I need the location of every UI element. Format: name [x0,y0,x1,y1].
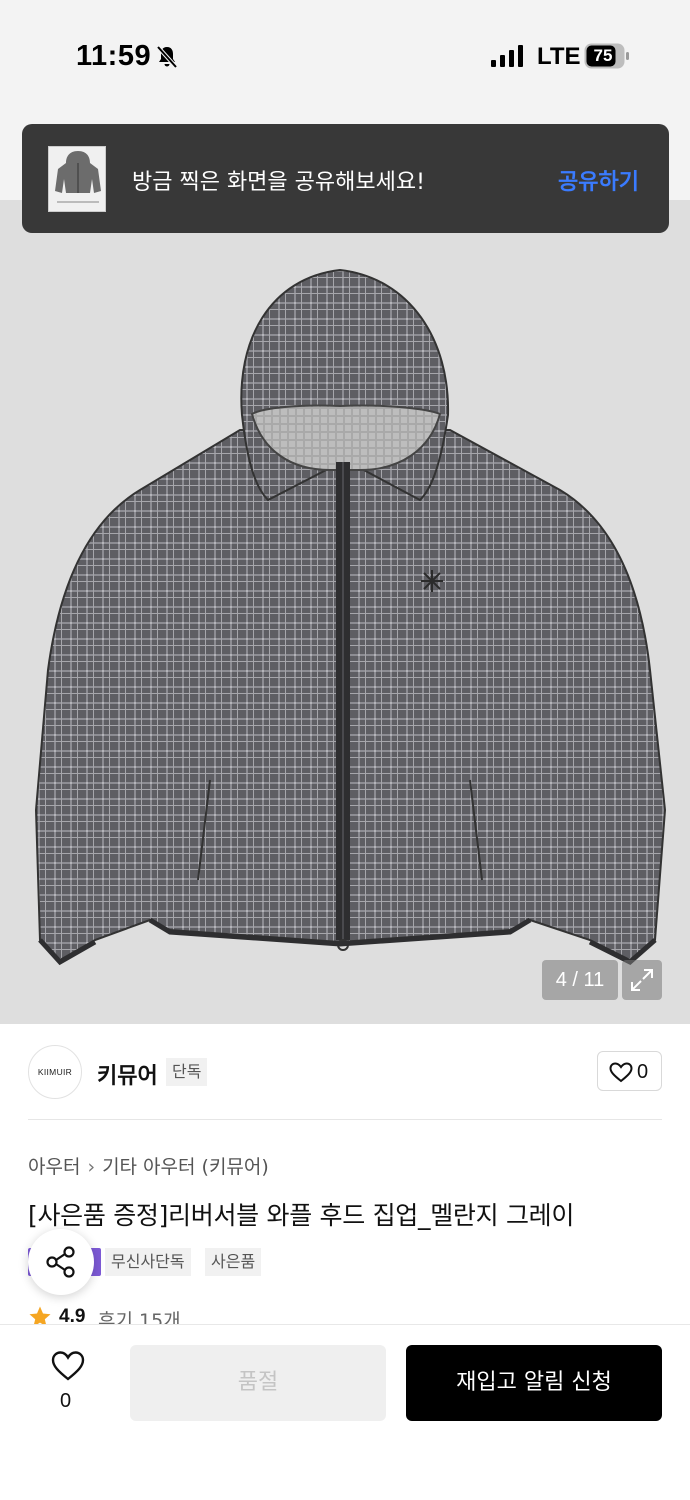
heart-icon [609,1062,633,1083]
signal-icon [491,45,523,67]
brand-like-button[interactable]: 0 [597,1051,662,1091]
restock-alert-button[interactable]: 재입고 알림 신청 [406,1345,662,1421]
chevron-right-icon: › [87,1156,96,1178]
heart-icon[interactable] [50,1350,86,1382]
brand-like-count: 0 [637,1061,649,1083]
screenshot-thumbnail[interactable] [48,146,106,212]
status-time: 11:59 [76,40,152,72]
breadcrumb: 아우터 › 기타 아우터 (키뮤어) [28,1152,269,1179]
soldout-button[interactable]: 품절 [130,1345,386,1421]
brand-logo[interactable]: KIIMUIR [28,1045,82,1099]
share-now-button[interactable]: 공유하기 [558,164,639,196]
tag-gift: 사은품 [205,1248,262,1276]
exclusive-badge: 단독 [166,1058,208,1086]
breadcrumb-subcategory[interactable]: 기타 아우터 (키뮤어) [102,1156,269,1178]
network-type: LTE [537,43,581,70]
toast-message: 방금 찍은 화면을 공유해보세요! [132,170,425,195]
product-image[interactable] [0,200,690,1024]
share-button[interactable] [28,1229,94,1295]
hoodie-illustration [34,268,667,966]
product-title: [사은품 증정]리버서블 와플 후드 집업_멜란지 그레이 [28,1201,575,1230]
bell-muted-icon [156,45,178,69]
share-icon [46,1246,75,1278]
expand-icon[interactable] [622,960,662,1000]
divider [28,1119,662,1120]
tag-musinsa-exclusive: 무신사단독 [105,1248,191,1276]
breadcrumb-category[interactable]: 아우터 [28,1156,80,1178]
share-toast: 방금 찍은 화면을 공유해보세요! 공유하기 [22,124,669,233]
brand-name[interactable]: 키뮤어 [97,1058,158,1090]
battery-level: 75 [593,46,613,65]
image-counter: 4 / 11 [542,960,618,1000]
wish-count: 0 [60,1390,72,1412]
